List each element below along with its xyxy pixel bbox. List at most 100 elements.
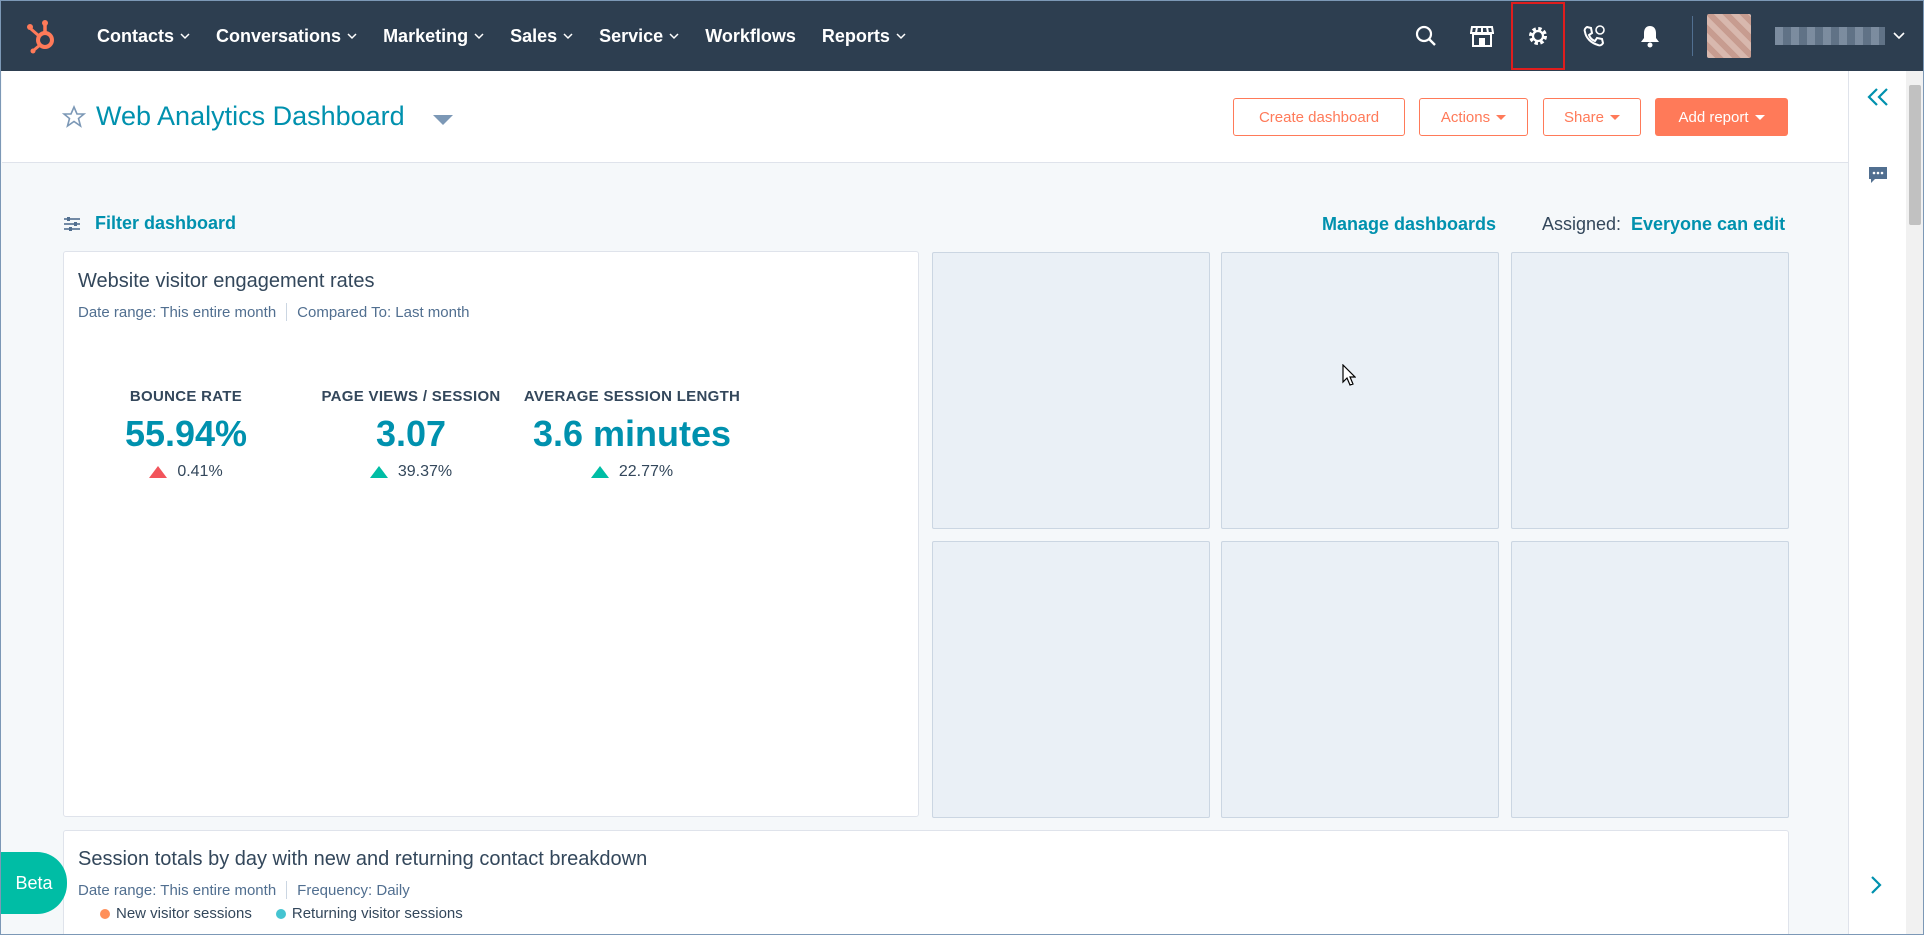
chat-icon[interactable] [1867,165,1889,190]
add-report-label: Add report [1678,108,1749,126]
caret-down-icon [1610,114,1621,120]
search-icon[interactable] [1398,1,1454,71]
report-placeholder [1221,541,1499,818]
kpi-change-value: 0.41% [177,463,223,480]
report-card-engagement[interactable]: Website visitor engagement rates Date ra… [63,251,919,817]
avatar [1707,14,1751,58]
nav-item-conversations[interactable]: Conversations [216,1,357,71]
favorite-star-icon[interactable] [61,104,87,134]
scrollbar-thumb[interactable] [1909,85,1921,225]
nav-right-group [1398,1,1923,71]
nav-item-label: Reports [821,25,890,46]
nav-item-workflows[interactable]: Workflows [705,1,796,71]
change-up-arrow-icon [590,466,609,478]
filter-dashboard-label: Filter dashboard [95,213,237,233]
date-range: Date range: This entire month [78,881,277,899]
page-scrollbar[interactable] [1906,71,1923,934]
settings-icon[interactable] [1510,1,1566,71]
beta-button[interactable]: Beta [1,852,67,914]
filter-dashboard-button[interactable]: Filter dashboard [63,213,236,234]
nav-item-label: Service [599,25,664,46]
report-title[interactable]: Session totals by day with new and retur… [78,848,647,871]
kpi-value: 3.07 [375,413,447,454]
chevron-down-icon [474,32,484,39]
kpi-change: 0.41% [66,463,306,481]
manage-dashboards-link[interactable]: Manage dashboards [1322,214,1496,235]
kpi-value: 55.94% [124,413,248,454]
compared-to: Compared To: Last month [297,303,470,321]
nav-item-label: Contacts [97,25,175,46]
meta-divider [286,881,288,899]
report-meta: Date range: This entire month Frequency:… [78,881,410,899]
share-label: Share [1563,108,1605,126]
chevron-down-icon [896,32,906,39]
chevron-down-icon [1893,32,1905,40]
dashboard-switcher-caret-icon[interactable] [432,113,454,131]
kpi-0: BOUNCE RATE 55.94% 0.41% [66,388,306,481]
report-placeholder [1511,252,1789,529]
legend-dot [100,908,110,919]
create-dashboard-button[interactable]: Create dashboard [1233,98,1405,136]
chart-legend: New visitor sessions Returning visitor s… [100,905,463,922]
filter-sliders-icon [64,216,80,231]
actions-label: Actions [1440,108,1491,126]
nav-divider [1692,16,1693,56]
report-card-session-totals[interactable]: Session totals by day with new and retur… [63,830,1789,934]
report-placeholder [932,252,1210,529]
chevron-right-icon[interactable] [1869,875,1883,900]
caret-down-icon [1754,114,1765,120]
kpi-change: 22.77% [512,463,752,481]
kpi-change-value: 39.37% [397,463,453,480]
legend-item[interactable]: New visitor sessions [116,905,252,922]
nav-item-label: Workflows [705,25,796,46]
meta-divider [286,303,288,321]
hubspot-logo[interactable] [1,1,83,71]
report-placeholder [932,541,1210,818]
chevron-down-icon [347,32,357,39]
report-title[interactable]: Website visitor engagement rates [78,270,374,293]
nav-item-sales[interactable]: Sales [510,1,573,71]
change-up-arrow-icon [149,466,168,478]
kpi-change-value: 22.77% [618,463,674,480]
kpi-label: AVERAGE SESSION LENGTH [523,388,741,405]
legend-item[interactable]: Returning visitor sessions [292,905,463,922]
nav-item-service[interactable]: Service [599,1,679,71]
chevron-down-icon [180,32,190,39]
report-placeholder [1221,252,1499,529]
notifications-icon[interactable] [1622,1,1678,71]
dashboard-header: Web Analytics Dashboard Create dashboard… [2,71,1848,163]
collapse-double-chevron-icon[interactable] [1867,87,1889,112]
kpi-change: 39.37% [291,463,531,481]
report-meta: Date range: This entire month Compared T… [78,303,470,321]
nav-item-marketing[interactable]: Marketing [383,1,484,71]
caret-down-icon [1496,114,1507,120]
account-menu[interactable] [1707,1,1923,71]
kpi-label: BOUNCE RATE [129,388,243,405]
window-frame: Contacts Conversations Marketing Sales Servi… [0,0,1924,935]
nav-item-label: Conversations [216,25,342,46]
date-range: Date range: This entire month [78,303,277,321]
top-navigation: Contacts Conversations Marketing Sales Servi… [1,1,1923,71]
chevron-down-icon [669,32,679,39]
account-name-redacted [1775,27,1885,45]
change-up-arrow-icon [369,466,388,478]
frequency: Frequency: Daily [297,881,410,899]
actions-button[interactable]: Actions [1419,98,1528,136]
assigned-value-link[interactable]: Everyone can edit [1631,214,1785,235]
calling-icon[interactable] [1566,1,1622,71]
nav-item-reports[interactable]: Reports [822,1,906,71]
add-report-button[interactable]: Add report [1655,98,1788,136]
legend-dot [275,908,286,919]
nav-item-label: Sales [510,25,558,46]
kpi-2: AVERAGE SESSION LENGTH 3.6 minutes 22.77% [512,388,752,481]
marketplace-icon[interactable] [1454,1,1510,71]
assigned-label: Assigned: [1542,214,1622,234]
share-button[interactable]: Share [1543,98,1641,136]
nav-item-label: Marketing [383,25,469,46]
kpi-label: PAGE VIEWS / SESSION [321,388,501,405]
nav-item-contacts[interactable]: Contacts [97,1,190,71]
kpi-1: PAGE VIEWS / SESSION 3.07 39.37% [291,388,531,481]
hubspot-sprocket-icon [27,20,54,54]
dashboard-title[interactable]: Web Analytics Dashboard [96,101,405,132]
report-placeholder [1511,541,1789,818]
